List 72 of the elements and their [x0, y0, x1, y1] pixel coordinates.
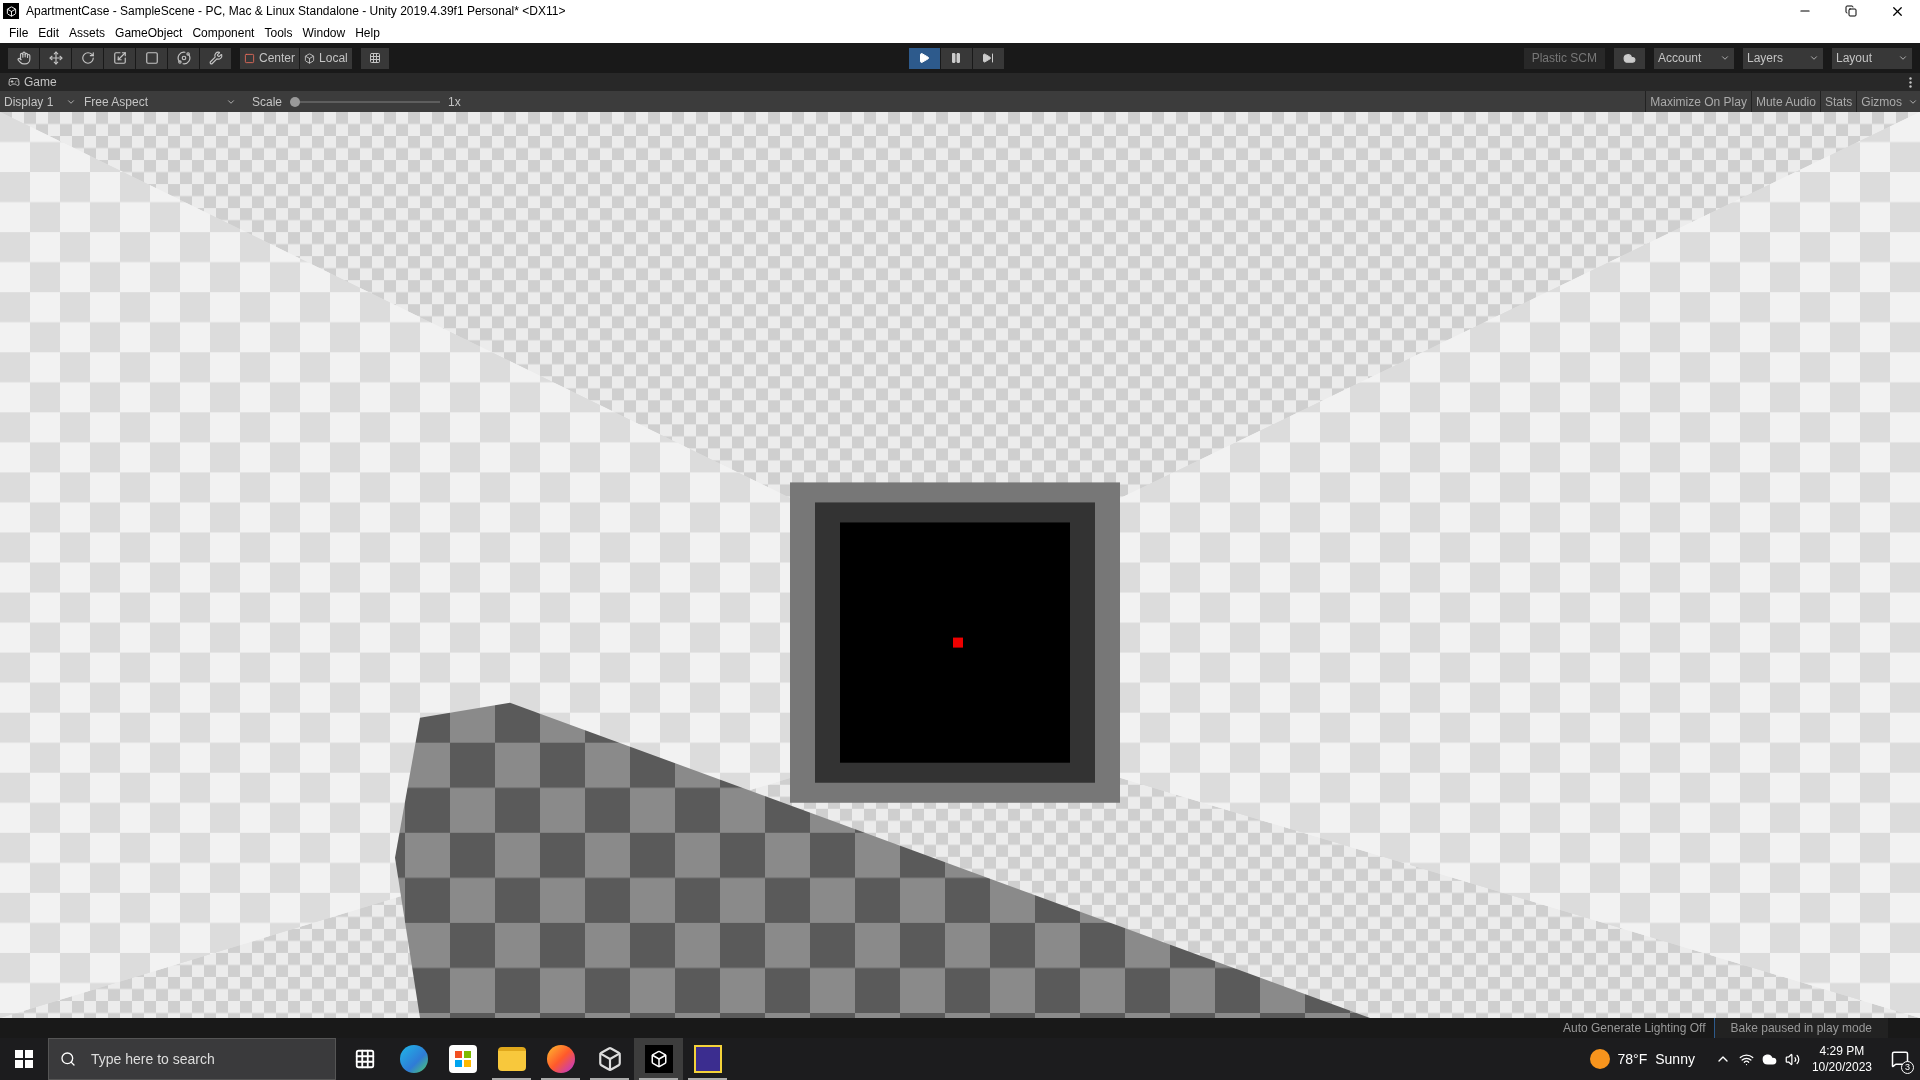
game-tab[interactable]: Game — [8, 73, 57, 91]
notification-count: 3 — [1901, 1061, 1914, 1074]
toolbar-dropdown[interactable]: Account — [1654, 47, 1734, 69]
rotate-icon[interactable] — [72, 47, 103, 69]
cube-icon — [304, 52, 316, 64]
cube-icon[interactable] — [596, 1046, 623, 1072]
scale-icon[interactable] — [104, 47, 135, 69]
search-icon — [60, 1051, 76, 1067]
caret-icon — [1809, 53, 1819, 63]
search-field[interactable]: Type here to search — [48, 1038, 336, 1080]
rect-icon[interactable] — [136, 47, 167, 69]
move-icon[interactable] — [40, 47, 71, 69]
clock[interactable]: 4:29 PM 10/20/2023 — [1811, 1043, 1872, 1075]
temperature: 78°F — [1617, 1049, 1648, 1069]
wrench-icon[interactable] — [200, 47, 231, 69]
menu-item[interactable]: Assets — [64, 23, 111, 42]
weather-condition: Sunny — [1655, 1049, 1695, 1069]
game-icon[interactable] — [693, 1045, 722, 1073]
pause-button[interactable] — [940, 47, 972, 69]
cube-icon[interactable] — [644, 1045, 673, 1073]
cloud-icon — [1623, 51, 1636, 65]
task-view-icon[interactable] — [353, 1048, 376, 1070]
hand-icon[interactable] — [8, 47, 39, 69]
pivot-icon — [244, 52, 255, 64]
scale-slider[interactable] — [290, 95, 441, 108]
restore-icon — [1845, 5, 1857, 17]
menu-item[interactable]: GameObject — [110, 23, 188, 42]
windows-logo-icon — [15, 1050, 33, 1068]
aspect-dropdown[interactable]: Free Aspect — [80, 91, 240, 112]
bake-status: Bake paused in play mode — [1713, 1018, 1888, 1038]
folder-icon[interactable] — [497, 1047, 526, 1071]
menu-item[interactable]: File — [4, 23, 34, 42]
pivot-button[interactable]: Center — [240, 47, 300, 69]
menu-item[interactable]: Tools — [259, 23, 298, 42]
lighting-status: Auto Generate Lighting Off — [1562, 1020, 1707, 1037]
taskbar-app[interactable] — [634, 1038, 683, 1080]
pause-icon — [950, 52, 963, 64]
window-title: ApartmentCase - SampleScene - PC, Mac & Linux Standalone - Unity 2019.4.39f1 Personal* <DX11> — [26, 3, 566, 20]
network-icon[interactable] — [1738, 1051, 1754, 1067]
caret-icon — [1898, 53, 1908, 63]
volume-icon[interactable] — [1784, 1051, 1800, 1067]
scale-value: 1x — [448, 93, 461, 111]
scale-label: Scale — [252, 93, 283, 111]
slider-thumb[interactable] — [290, 96, 301, 107]
toolbar-dropdown[interactable]: Layout — [1832, 47, 1912, 69]
message-icon — [1891, 1050, 1909, 1068]
more-icon[interactable] — [1909, 76, 1912, 88]
step-icon — [982, 52, 995, 64]
display-dropdown[interactable]: Display 1 — [0, 91, 80, 112]
menu-item[interactable]: Help — [350, 23, 385, 42]
transform-icon[interactable] — [168, 47, 199, 69]
space-button[interactable]: Local — [300, 47, 352, 69]
notifications-button[interactable]: 3 — [1880, 1038, 1920, 1080]
cloud-icon[interactable] — [1761, 1051, 1777, 1067]
caret-icon — [1720, 53, 1730, 63]
fox-browser-icon[interactable] — [546, 1045, 575, 1073]
cloud-button[interactable] — [1614, 47, 1645, 69]
menu-item[interactable]: Component — [187, 23, 260, 42]
browser-icon[interactable] — [399, 1045, 428, 1073]
step-button[interactable] — [972, 47, 1004, 69]
gamepad-icon — [8, 76, 20, 88]
menu-item[interactable]: Window — [297, 23, 351, 42]
sun-icon — [1589, 1049, 1610, 1069]
toolbar-dropdown[interactable]: Layers — [1743, 47, 1823, 69]
play-button[interactable] — [908, 47, 940, 69]
store-icon[interactable] — [448, 1045, 477, 1073]
snap-button[interactable] — [360, 47, 389, 69]
grid-icon — [368, 52, 381, 64]
menu-item[interactable]: Edit — [33, 23, 65, 42]
clock-time: 4:29 PM — [1819, 1043, 1865, 1059]
clock-date: 10/20/2023 — [1811, 1059, 1872, 1075]
play-icon — [918, 52, 931, 64]
